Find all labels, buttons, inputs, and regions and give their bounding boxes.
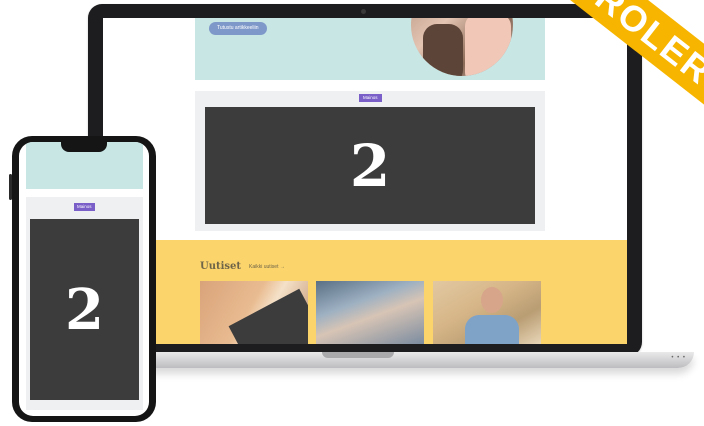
ad-box: Mainos 2 [195,91,545,231]
laptop-screen: Tutustu artikkeeliin Mainos 2 Uutiset Ka… [103,18,627,344]
laptop: Tutustu artikkeeliin Mainos 2 Uutiset Ka… [88,4,642,356]
hero-article-button[interactable]: Tutustu artikkeeliin [209,22,267,35]
phone-ad-placeholder[interactable]: 2 [30,219,139,400]
news-title: Uutiset [200,261,242,272]
hero-photo-figure [423,24,463,76]
camera-dot [361,9,366,14]
speaker-dots: • • • [671,355,686,361]
phone: Mainos 2 [9,136,156,422]
phone-ad-box: Mainos 2 [26,197,143,410]
hero-photo-figure [465,18,511,76]
phone-side-button [9,174,12,200]
news-section: Uutiset Kaikki uutiset → [103,240,627,344]
phone-ad-label: Mainos [74,203,95,211]
laptop-base-notch [322,352,394,358]
laptop-base: • • • [90,352,694,368]
phone-notch [61,142,107,152]
news-thumbnail[interactable] [316,281,424,344]
ad-label: Mainos [359,94,382,102]
ad-placeholder[interactable]: 2 [205,107,535,224]
news-thumbnail[interactable] [200,281,308,344]
news-thumbnail[interactable] [433,281,541,344]
ad-number: 2 [349,131,391,200]
phone-screen: Mainos 2 [19,142,149,416]
hero-photo [411,18,513,76]
all-news-link[interactable]: Kaikki uutiset → [249,264,285,270]
phone-ad-number: 2 [65,276,104,343]
hero-banner: Tutustu artikkeeliin [195,18,545,80]
